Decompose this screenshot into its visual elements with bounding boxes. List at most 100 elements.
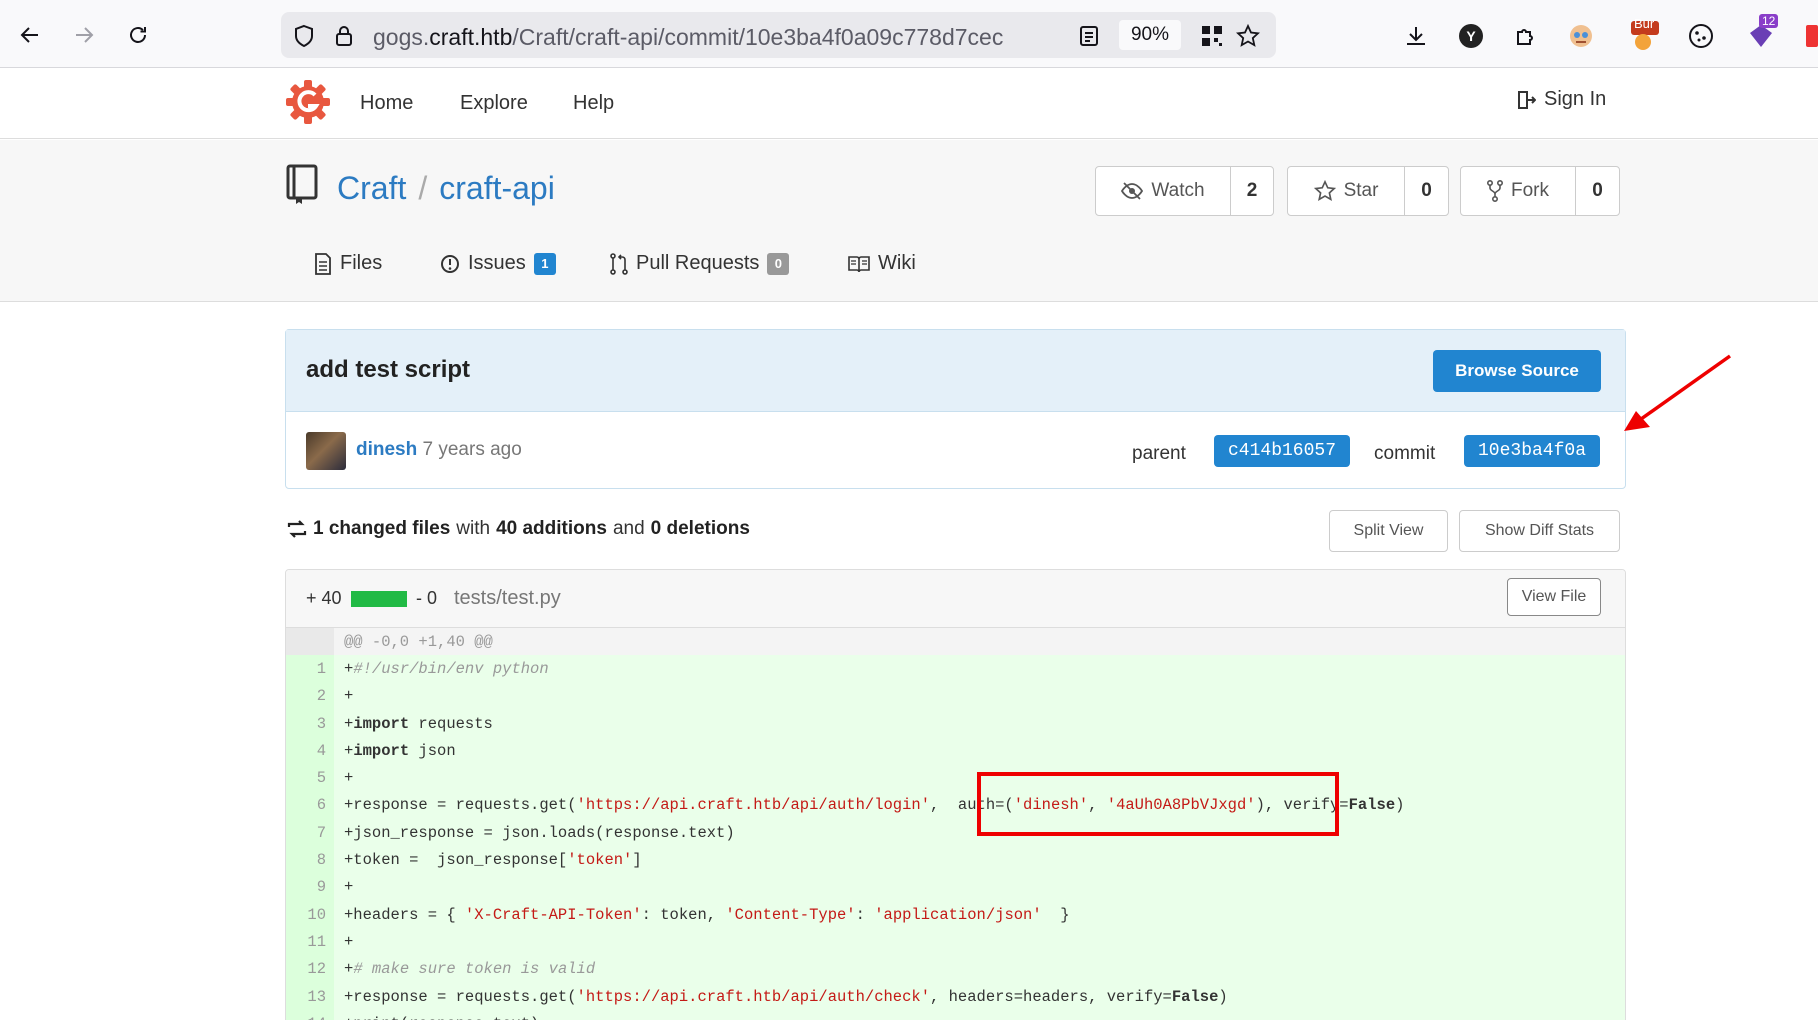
hunk-header: @@ -0,0 +1,40 @@ [286, 628, 1625, 656]
code-token: ] [632, 851, 642, 870]
yandex-extension-icon[interactable]: Y [1455, 20, 1487, 52]
reader-view-icon[interactable] [1076, 23, 1102, 49]
code-diff: @@ -0,0 +1,40 @@ 1 +#!/usr/bin/env python… [286, 628, 1625, 1020]
file-additions: + 40 [306, 588, 342, 608]
burp-badge: Bur [1634, 16, 1655, 31]
code-line: 13 +response = requests.get('https://api.… [286, 982, 1625, 1011]
code-text: +import json [334, 742, 456, 760]
code-text: +print(response.text) [334, 1015, 539, 1020]
tab-issues[interactable]: Issues 1 [440, 252, 556, 275]
line-number: 12 [286, 955, 334, 983]
watch-button[interactable]: Watch [1096, 167, 1231, 215]
line-number: 2 [286, 682, 334, 710]
code-token: + [344, 659, 354, 678]
credential-highlight-box [977, 772, 1339, 836]
zoom-level[interactable]: 90% [1119, 20, 1181, 50]
back-button[interactable] [12, 17, 48, 53]
star-button[interactable]: Star [1288, 167, 1405, 215]
author-link[interactable]: dinesh [356, 439, 417, 460]
nav-home[interactable]: Home [360, 92, 413, 115]
diff-stats-summary: 1 changed files with 40 additions and 0 … [287, 518, 750, 540]
code-text: +#!/usr/bin/env python [334, 660, 549, 678]
cookie-extension-icon[interactable] [1685, 20, 1717, 52]
code-text: + [334, 878, 353, 896]
code-token: : [855, 905, 875, 924]
avatar[interactable] [306, 432, 346, 470]
qr-code-icon[interactable] [1199, 23, 1225, 49]
code-text: + [334, 933, 353, 951]
address-bar[interactable]: gogs.craft.htb/Craft/craft-api/commit/10… [281, 12, 1276, 58]
code-token: 'Content-Type' [725, 905, 856, 924]
line-number: 9 [286, 873, 334, 901]
nav-help[interactable]: Help [573, 92, 614, 115]
bookmark-star-icon[interactable] [1235, 23, 1261, 49]
tab-files-label: Files [340, 252, 383, 274]
gogs-logo-icon[interactable] [286, 80, 330, 124]
star-label: Star [1343, 180, 1379, 201]
star-count[interactable]: 0 [1405, 167, 1448, 215]
file-name: tests/test.py [454, 587, 561, 609]
url-text[interactable]: gogs.craft.htb/Craft/craft-api/commit/10… [373, 24, 1073, 51]
annotation-arrow-icon [1624, 354, 1732, 431]
extensions-puzzle-icon[interactable] [1510, 20, 1542, 52]
repo-name-link[interactable]: craft-api [439, 170, 555, 206]
repo-owner-link[interactable]: Craft [337, 170, 406, 206]
line-number: 11 [286, 928, 334, 956]
avatar-extension-icon[interactable] [1565, 20, 1597, 52]
additions-bar [351, 591, 407, 607]
hunk-text: @@ -0,0 +1,40 @@ [344, 632, 493, 651]
shield-icon[interactable] [291, 23, 317, 49]
downloads-icon[interactable] [1400, 20, 1432, 52]
burp-extension-icon[interactable]: Bur [1628, 16, 1660, 52]
view-file-button[interactable]: View File [1507, 578, 1601, 616]
star-group: Star 0 [1287, 166, 1449, 216]
commit-author: dinesh 7 years ago [356, 439, 522, 461]
forward-arrow-icon [76, 27, 94, 43]
code-token: + [344, 878, 354, 897]
tab-wiki[interactable]: Wiki [848, 252, 916, 275]
code-token: + [344, 769, 354, 788]
lock-icon[interactable] [331, 23, 357, 49]
code-text: + [334, 687, 353, 705]
line-number: 10 [286, 900, 334, 929]
nav-explore[interactable]: Explore [460, 92, 528, 115]
code-line: 10 +headers = { 'X-Craft-API-Token': toke… [286, 900, 1625, 929]
code-token: +headers = { [344, 905, 465, 924]
watch-count[interactable]: 2 [1231, 167, 1273, 215]
tab-pull-requests[interactable]: Pull Requests 0 [610, 252, 790, 275]
line-number: 14 [286, 1010, 334, 1020]
code-line: 3 +import requests [286, 709, 1625, 738]
code-token: requests [409, 714, 493, 733]
stats-and: and [612, 518, 645, 539]
tab-issues-label: Issues [468, 252, 526, 274]
fork-icon [1487, 180, 1503, 202]
line-number: 5 [286, 764, 334, 792]
code-token: ) [1218, 987, 1228, 1006]
tab-files[interactable]: Files [314, 252, 382, 275]
code-token: 'token' [567, 851, 633, 870]
code-text: +# make sure token is valid [334, 960, 595, 978]
code-token: +token = json_response[ [344, 851, 568, 870]
fork-count[interactable]: 0 [1576, 167, 1619, 215]
vpn-extension-icon[interactable]: 12 [1745, 14, 1779, 52]
code-token: +print(response.text) [344, 1015, 539, 1020]
forward-button[interactable] [66, 17, 102, 53]
code-token: False [1348, 796, 1396, 815]
browse-source-button[interactable]: Browse Source [1433, 350, 1601, 392]
code-token: +response = requests.get( [344, 987, 577, 1006]
code-token: 'https://api.craft.htb/api/auth/login' [576, 796, 931, 815]
commit-header: add test script Browse Source [286, 330, 1625, 412]
sign-in-link[interactable]: Sign In [1516, 88, 1606, 111]
line-number [286, 628, 334, 656]
line-number: 4 [286, 737, 334, 765]
fork-button[interactable]: Fork [1461, 167, 1576, 215]
overflow-extension-icon[interactable] [1800, 20, 1818, 52]
additions-count: 40 additions [496, 518, 607, 539]
parent-sha-button[interactable]: c414b16057 [1214, 435, 1351, 467]
code-token: 'X-Craft-API-Token' [464, 905, 642, 924]
split-view-button[interactable]: Split View [1329, 510, 1448, 552]
reload-button[interactable] [120, 17, 156, 53]
show-diff-stats-button[interactable]: Show Diff Stats [1459, 510, 1620, 552]
commit-sha-button[interactable]: 10e3ba4f0a [1464, 435, 1601, 467]
file-diff-header: + 40 - 0 tests/test.py View File [286, 570, 1625, 628]
